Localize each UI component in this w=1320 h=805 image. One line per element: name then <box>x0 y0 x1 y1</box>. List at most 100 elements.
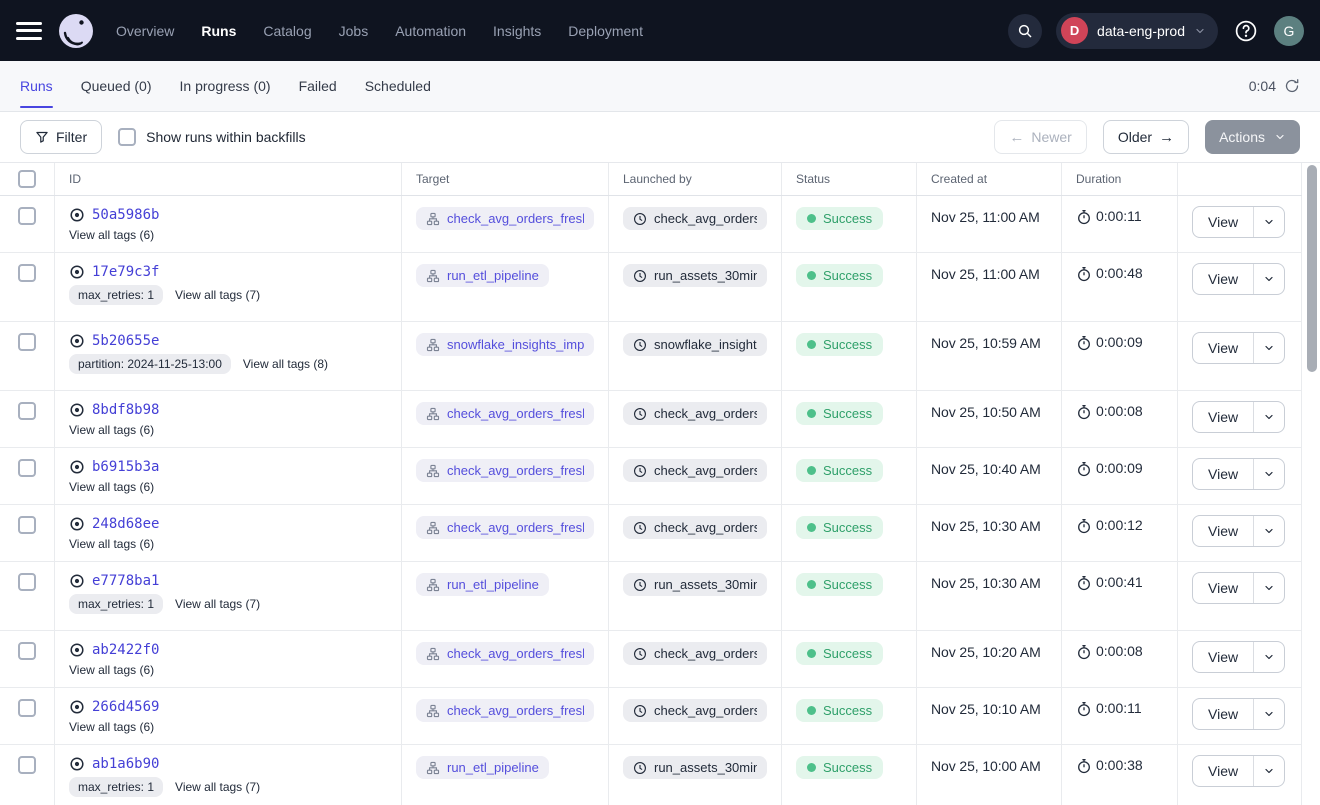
tab-runs[interactable]: Runs <box>20 61 53 111</box>
nav-item-deployment[interactable]: Deployment <box>568 23 643 39</box>
row-checkbox[interactable] <box>18 642 36 660</box>
refresh-icon[interactable] <box>1284 78 1300 94</box>
view-dropdown-button[interactable] <box>1253 264 1284 294</box>
view-run-button[interactable]: View <box>1193 699 1253 729</box>
view-dropdown-button[interactable] <box>1253 459 1284 489</box>
row-checkbox[interactable] <box>18 333 36 351</box>
launched-by-link[interactable]: run_assets_30min <box>623 264 767 287</box>
launched-by-link[interactable]: run_assets_30min <box>623 756 767 779</box>
run-tag-pill[interactable]: max_retries: 1 <box>69 594 163 614</box>
nav-item-jobs[interactable]: Jobs <box>339 23 369 39</box>
launched-by-link[interactable]: check_avg_orders_f… <box>623 516 767 539</box>
run-tag-pill[interactable]: partition: 2024-11-25-13:00 <box>69 354 231 374</box>
target-job-link[interactable]: run_etl_pipeline <box>416 264 549 287</box>
view-run-button[interactable]: View <box>1193 264 1253 294</box>
view-all-tags-link[interactable]: View all tags (6) <box>69 480 154 494</box>
run-tag-pill[interactable]: max_retries: 1 <box>69 285 163 305</box>
launched-by-link[interactable]: check_avg_orders_f… <box>623 642 767 665</box>
nav-item-insights[interactable]: Insights <box>493 23 541 39</box>
row-checkbox[interactable] <box>18 264 36 282</box>
tab-queued-0[interactable]: Queued (0) <box>81 61 152 111</box>
view-run-button[interactable]: View <box>1193 402 1253 432</box>
launched-by-link[interactable]: check_avg_orders_f… <box>623 402 767 425</box>
search-button[interactable] <box>1008 14 1042 48</box>
older-button[interactable]: Older → <box>1103 120 1189 154</box>
view-dropdown-button[interactable] <box>1253 699 1284 729</box>
launched-by-link[interactable]: run_assets_30min <box>623 573 767 596</box>
target-job-link[interactable]: check_avg_orders_freshne <box>416 402 594 425</box>
view-dropdown-button[interactable] <box>1253 516 1284 546</box>
view-dropdown-button[interactable] <box>1253 642 1284 672</box>
run-id-link[interactable]: b6915b3a <box>92 459 159 475</box>
hamburger-menu-icon[interactable] <box>16 22 42 40</box>
tab-in-progress-0[interactable]: In progress (0) <box>180 61 271 111</box>
nav-item-overview[interactable]: Overview <box>116 23 174 39</box>
actions-dropdown-button[interactable]: Actions <box>1205 120 1300 154</box>
view-run-button[interactable]: View <box>1193 642 1253 672</box>
view-dropdown-button[interactable] <box>1253 573 1284 603</box>
target-job-link[interactable]: run_etl_pipeline <box>416 756 549 779</box>
nav-item-automation[interactable]: Automation <box>395 23 466 39</box>
run-id-link[interactable]: ab2422f0 <box>92 642 159 658</box>
view-dropdown-button[interactable] <box>1253 756 1284 786</box>
run-id-link[interactable]: e7778ba1 <box>92 573 159 589</box>
dagster-logo-icon[interactable] <box>58 13 94 49</box>
launched-by-link[interactable]: check_avg_orders_f… <box>623 699 767 722</box>
run-id-link[interactable]: 266d4569 <box>92 699 159 715</box>
vertical-scrollbar-thumb[interactable] <box>1307 165 1317 372</box>
view-dropdown-button[interactable] <box>1253 333 1284 363</box>
deployment-switcher[interactable]: D data-eng-prod <box>1056 13 1218 49</box>
row-checkbox[interactable] <box>18 402 36 420</box>
target-job-link[interactable]: check_avg_orders_freshne <box>416 699 594 722</box>
launched-by-link[interactable]: snowflake_insights_… <box>623 333 767 356</box>
row-checkbox[interactable] <box>18 207 36 225</box>
filter-button[interactable]: Filter <box>20 120 102 154</box>
select-all-checkbox[interactable] <box>18 170 36 188</box>
launched-by-link[interactable]: check_avg_orders_f… <box>623 207 767 230</box>
view-run-button[interactable]: View <box>1193 573 1253 603</box>
run-id-link[interactable]: ab1a6b90 <box>92 756 159 772</box>
target-job-link[interactable]: snowflake_insights_import <box>416 333 594 356</box>
view-dropdown-button[interactable] <box>1253 402 1284 432</box>
tab-failed[interactable]: Failed <box>299 61 337 111</box>
user-avatar[interactable]: G <box>1274 16 1304 46</box>
run-id-link[interactable]: 248d68ee <box>92 516 159 532</box>
view-all-tags-link[interactable]: View all tags (6) <box>69 423 154 437</box>
nav-item-runs[interactable]: Runs <box>201 23 236 39</box>
target-job-link[interactable]: check_avg_orders_freshne <box>416 207 594 230</box>
view-all-tags-link[interactable]: View all tags (6) <box>69 537 154 551</box>
view-run-button[interactable]: View <box>1193 333 1253 363</box>
run-id-link[interactable]: 5b20655e <box>92 333 159 349</box>
view-all-tags-link[interactable]: View all tags (6) <box>69 663 154 677</box>
view-all-tags-link[interactable]: View all tags (6) <box>69 228 154 242</box>
view-all-tags-link[interactable]: View all tags (7) <box>175 597 260 611</box>
run-id-link[interactable]: 8bdf8b98 <box>92 402 159 418</box>
target-job-link[interactable]: run_etl_pipeline <box>416 573 549 596</box>
row-checkbox[interactable] <box>18 699 36 717</box>
launched-by-link[interactable]: check_avg_orders_f… <box>623 459 767 482</box>
row-checkbox[interactable] <box>18 573 36 591</box>
run-id-link[interactable]: 17e79c3f <box>92 264 159 280</box>
view-run-button[interactable]: View <box>1193 459 1253 489</box>
target-job-link[interactable]: check_avg_orders_freshne <box>416 642 594 665</box>
row-checkbox[interactable] <box>18 516 36 534</box>
view-dropdown-button[interactable] <box>1253 207 1284 237</box>
row-checkbox[interactable] <box>18 459 36 477</box>
view-all-tags-link[interactable]: View all tags (8) <box>243 357 328 371</box>
tab-scheduled[interactable]: Scheduled <box>365 61 431 111</box>
backfills-checkbox[interactable] <box>118 128 136 146</box>
run-id-link[interactable]: 50a5986b <box>92 207 159 223</box>
target-job-link[interactable]: check_avg_orders_freshne <box>416 459 594 482</box>
view-run-button[interactable]: View <box>1193 516 1253 546</box>
view-all-tags-link[interactable]: View all tags (7) <box>175 288 260 302</box>
view-run-button[interactable]: View <box>1193 207 1253 237</box>
help-button[interactable] <box>1232 17 1260 45</box>
newer-button[interactable]: ← Newer <box>994 120 1086 154</box>
view-all-tags-link[interactable]: View all tags (6) <box>69 720 154 734</box>
nav-item-catalog[interactable]: Catalog <box>263 23 311 39</box>
view-run-button[interactable]: View <box>1193 756 1253 786</box>
view-all-tags-link[interactable]: View all tags (7) <box>175 780 260 794</box>
target-job-link[interactable]: check_avg_orders_freshne <box>416 516 594 539</box>
row-checkbox[interactable] <box>18 756 36 774</box>
run-tag-pill[interactable]: max_retries: 1 <box>69 777 163 797</box>
